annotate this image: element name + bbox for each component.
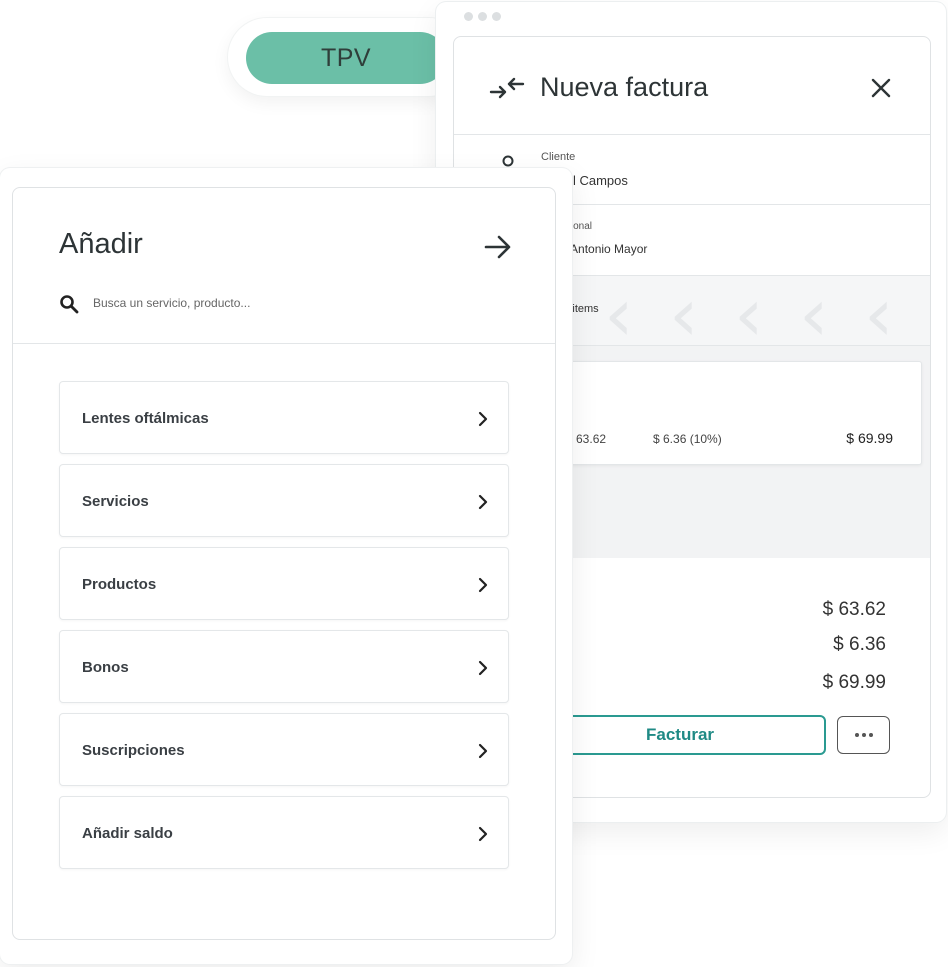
chevron-right-icon	[478, 411, 488, 427]
search-icon	[60, 295, 79, 314]
chevron-left-icon: ‹	[864, 276, 894, 346]
close-icon[interactable]	[870, 77, 892, 99]
category-item-servicios[interactable]: Servicios	[59, 464, 509, 537]
summary-total: $ 69.99	[822, 672, 886, 693]
line-item-total: $ 69.99	[846, 430, 893, 446]
category-label: Lentes oftálmicas	[82, 410, 209, 427]
more-icon	[854, 733, 873, 737]
chevron-right-icon	[478, 826, 488, 842]
chevron-left-icon: ‹	[799, 276, 829, 346]
category-item-productos[interactable]: Productos	[59, 547, 509, 620]
line-item-subtotal: $ 63.62	[566, 432, 607, 446]
more-options-button[interactable]	[837, 716, 890, 754]
search-input[interactable]	[93, 291, 493, 315]
category-item-lentes[interactable]: Lentes oftálmicas	[59, 381, 509, 454]
summary-tax: $ 6.36	[833, 634, 886, 655]
category-label: Servicios	[82, 493, 149, 510]
category-item-bonos[interactable]: Bonos	[59, 630, 509, 703]
category-label: Bonos	[82, 659, 129, 676]
category-label: Añadir saldo	[82, 825, 173, 842]
summary-subtotal: $ 63.62	[822, 599, 886, 620]
chevron-left-icon: ‹	[734, 276, 764, 346]
add-title: Añadir	[59, 228, 143, 260]
category-item-anadir-saldo[interactable]: Añadir saldo	[59, 796, 509, 869]
add-header: Añadir	[13, 188, 555, 344]
chevron-right-icon	[478, 577, 488, 593]
invoice-header: Nueva factura	[454, 37, 930, 135]
client-label: Cliente	[541, 151, 576, 163]
swap-icon	[489, 77, 525, 99]
chevron-right-icon	[478, 660, 488, 676]
add-panel: Añadir Lentes oftálmicas Servicios Produ…	[12, 187, 556, 940]
chevron-right-icon	[478, 743, 488, 759]
tpv-badge: TPV	[246, 32, 446, 84]
chevron-right-icon	[478, 494, 488, 510]
chevron-left-icon: ‹	[669, 276, 699, 346]
category-item-suscripciones[interactable]: Suscripciones	[59, 713, 509, 786]
category-label: Suscripciones	[82, 742, 185, 759]
invoice-title: Nueva factura	[540, 72, 709, 102]
chevron-left-icon: ‹	[604, 276, 634, 346]
invoice-button[interactable]: Facturar	[534, 715, 826, 755]
window-dots	[464, 12, 501, 21]
category-label: Productos	[82, 576, 157, 593]
line-item-tax: $ 6.36 (10%)	[653, 432, 722, 446]
arrow-right-icon[interactable]	[483, 234, 513, 260]
